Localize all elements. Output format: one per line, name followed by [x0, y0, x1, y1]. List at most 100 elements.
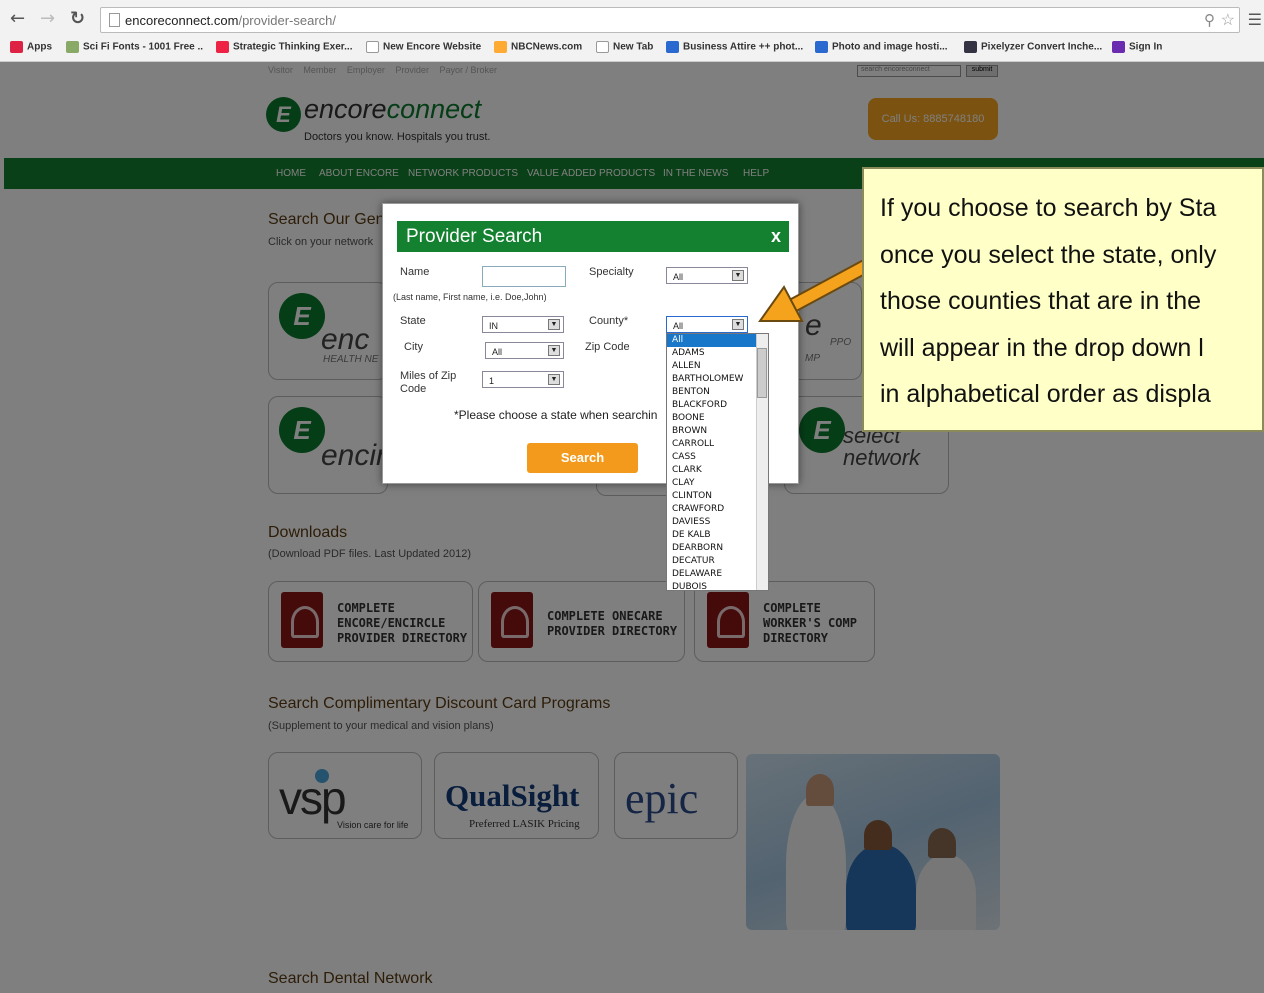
county-option[interactable]: ALLEN	[667, 360, 768, 373]
chevron-down-icon: ▼	[732, 270, 744, 281]
bookmark-apps[interactable]: Apps	[10, 41, 52, 53]
menu-icon[interactable]: ☰	[1248, 10, 1262, 30]
chevron-down-icon: ▼	[548, 374, 560, 385]
bookmark-label: Business Attire ++ phot...	[683, 41, 804, 53]
bookmark-label: Strategic Thinking Exer...	[233, 41, 353, 53]
bookmark-label: New Tab	[613, 41, 654, 53]
county-option[interactable]: ADAMS	[667, 347, 768, 360]
bookmark-strategic-thinking[interactable]: Strategic Thinking Exer...	[216, 41, 352, 53]
modal-title: Provider Search	[406, 226, 543, 247]
callout-line: once you select the state, only	[880, 240, 1217, 269]
bookmark-nbcnews[interactable]: NBCNews.com	[494, 41, 582, 53]
county-option[interactable]: BLACKFORD	[667, 399, 768, 412]
photobucket-icon	[666, 41, 679, 53]
city-select[interactable]: All ▼	[485, 342, 564, 359]
bookmark-photo-hosting[interactable]: Photo and image hosti...	[815, 41, 948, 53]
url-domain: encoreconnect.com	[125, 13, 239, 28]
county-dropdown-list[interactable]: All ADAMS ALLEN BARTHOLOMEW BENTON BLACK…	[666, 333, 769, 591]
county-option[interactable]: CLAY	[667, 477, 768, 490]
chevron-down-icon: ▼	[732, 319, 744, 330]
chevron-down-icon: ▼	[548, 319, 560, 330]
yahoo-icon	[1112, 41, 1125, 53]
annotation-arrow-icon	[758, 258, 872, 322]
callout-line: those counties that are in the	[880, 287, 1202, 315]
bookmark-star-icon[interactable]: ☆	[1221, 10, 1235, 30]
county-option[interactable]: CRAWFORD	[667, 503, 768, 516]
page-icon	[596, 41, 609, 53]
state-select[interactable]: IN ▼	[482, 316, 564, 333]
back-icon[interactable]: ←	[10, 8, 25, 29]
name-label: Name	[400, 266, 430, 278]
miles-label: Miles of Zip Code	[400, 370, 457, 395]
dropdown-scrollbar[interactable]	[756, 334, 768, 590]
state-label: State	[400, 315, 426, 327]
miles-select[interactable]: 1 ▼	[482, 371, 564, 388]
county-option[interactable]: CLINTON	[667, 490, 768, 503]
bookmark-sign-in[interactable]: Sign In	[1112, 41, 1162, 53]
specialty-label: Specialty	[589, 266, 634, 278]
callout-line: If you choose to search by Sta	[880, 194, 1217, 222]
bookmarks-bar: Apps Sci Fi Fonts - 1001 Free .. Strateg…	[0, 38, 1264, 60]
blogger-icon	[216, 41, 229, 53]
specialty-select[interactable]: All ▼	[666, 267, 748, 284]
county-select[interactable]: All ▼	[666, 316, 748, 333]
bookmark-label: Sci Fi Fonts - 1001 Free ..	[83, 41, 204, 53]
county-option[interactable]: CARROLL	[667, 438, 768, 451]
screen: ← → ↻ encoreconnect.com/provider-search/…	[0, 0, 1264, 993]
zip-label: Zip Code	[585, 341, 630, 353]
county-option[interactable]: DECATUR	[667, 555, 768, 568]
bookmark-pixelyzer[interactable]: Pixelyzer Convert Inche...	[964, 41, 1102, 53]
county-option[interactable]: BOONE	[667, 412, 768, 425]
instruction-callout: If you choose to search by Sta once you …	[862, 167, 1264, 432]
modal-header: Provider Search x	[397, 221, 789, 252]
reload-icon[interactable]: ↻	[70, 8, 85, 29]
county-option[interactable]: BENTON	[667, 386, 768, 399]
state-required-notice: *Please choose a state when searchin	[454, 408, 658, 422]
bookmark-label: Sign In	[1129, 41, 1163, 53]
bookmark-scifi-fonts[interactable]: Sci Fi Fonts - 1001 Free ..	[66, 41, 203, 53]
county-option[interactable]: All	[667, 334, 768, 347]
address-bar[interactable]: encoreconnect.com/provider-search/ ⚲ ☆	[100, 7, 1240, 33]
county-option[interactable]: DE KALB	[667, 529, 768, 542]
bookmark-new-encore[interactable]: New Encore Website	[366, 41, 481, 53]
page-icon	[109, 13, 120, 27]
callout-line: will appear in the drop down l	[880, 333, 1204, 362]
bookmark-business-attire[interactable]: Business Attire ++ phot...	[666, 41, 803, 53]
bookmark-label: Photo and image hosti...	[832, 41, 948, 53]
county-option[interactable]: BARTHOLOMEW	[667, 373, 768, 386]
county-option[interactable]: DEARBORN	[667, 542, 768, 555]
bookmark-label: New Encore Website	[383, 41, 482, 53]
county-option[interactable]: CASS	[667, 451, 768, 464]
url-text[interactable]: encoreconnect.com/provider-search/	[125, 13, 336, 28]
bookmark-new-tab[interactable]: New Tab	[596, 41, 653, 53]
pixelyzer-icon	[964, 41, 977, 53]
close-button[interactable]: x	[771, 226, 781, 247]
apps-icon	[10, 41, 23, 53]
photobucket-icon	[815, 41, 828, 53]
specialty-value: All	[673, 272, 684, 282]
city-label: City	[404, 341, 423, 353]
county-option[interactable]: DELAWARE	[667, 568, 768, 581]
bookmark-label: Pixelyzer Convert Inche...	[981, 41, 1103, 53]
county-label: County*	[589, 315, 629, 327]
scrollbar-thumb[interactable]	[757, 348, 767, 398]
chevron-down-icon: ▼	[548, 345, 560, 356]
city-value: All	[492, 347, 503, 357]
callout-line: in alphabetical order as displa	[880, 380, 1211, 408]
bookmark-label: NBCNews.com	[511, 41, 583, 53]
search-button[interactable]: Search	[527, 443, 638, 473]
forward-icon[interactable]: →	[40, 8, 55, 29]
county-option[interactable]: CLARK	[667, 464, 768, 477]
county-option[interactable]: DUBOIS	[667, 581, 768, 590]
county-option[interactable]: BROWN	[667, 425, 768, 438]
name-input[interactable]	[482, 266, 566, 287]
miles-value: 1	[489, 376, 495, 386]
url-path: /provider-search/	[238, 13, 336, 28]
arrow-shaft	[787, 260, 871, 312]
bookmark-label: Apps	[27, 41, 52, 53]
zoom-icon[interactable]: ⚲	[1204, 11, 1215, 29]
callout-text: If you choose to search by Sta once you …	[880, 185, 1264, 418]
browser-chrome: ← → ↻ encoreconnect.com/provider-search/…	[0, 0, 1264, 62]
page-icon	[366, 41, 379, 53]
county-option[interactable]: DAVIESS	[667, 516, 768, 529]
